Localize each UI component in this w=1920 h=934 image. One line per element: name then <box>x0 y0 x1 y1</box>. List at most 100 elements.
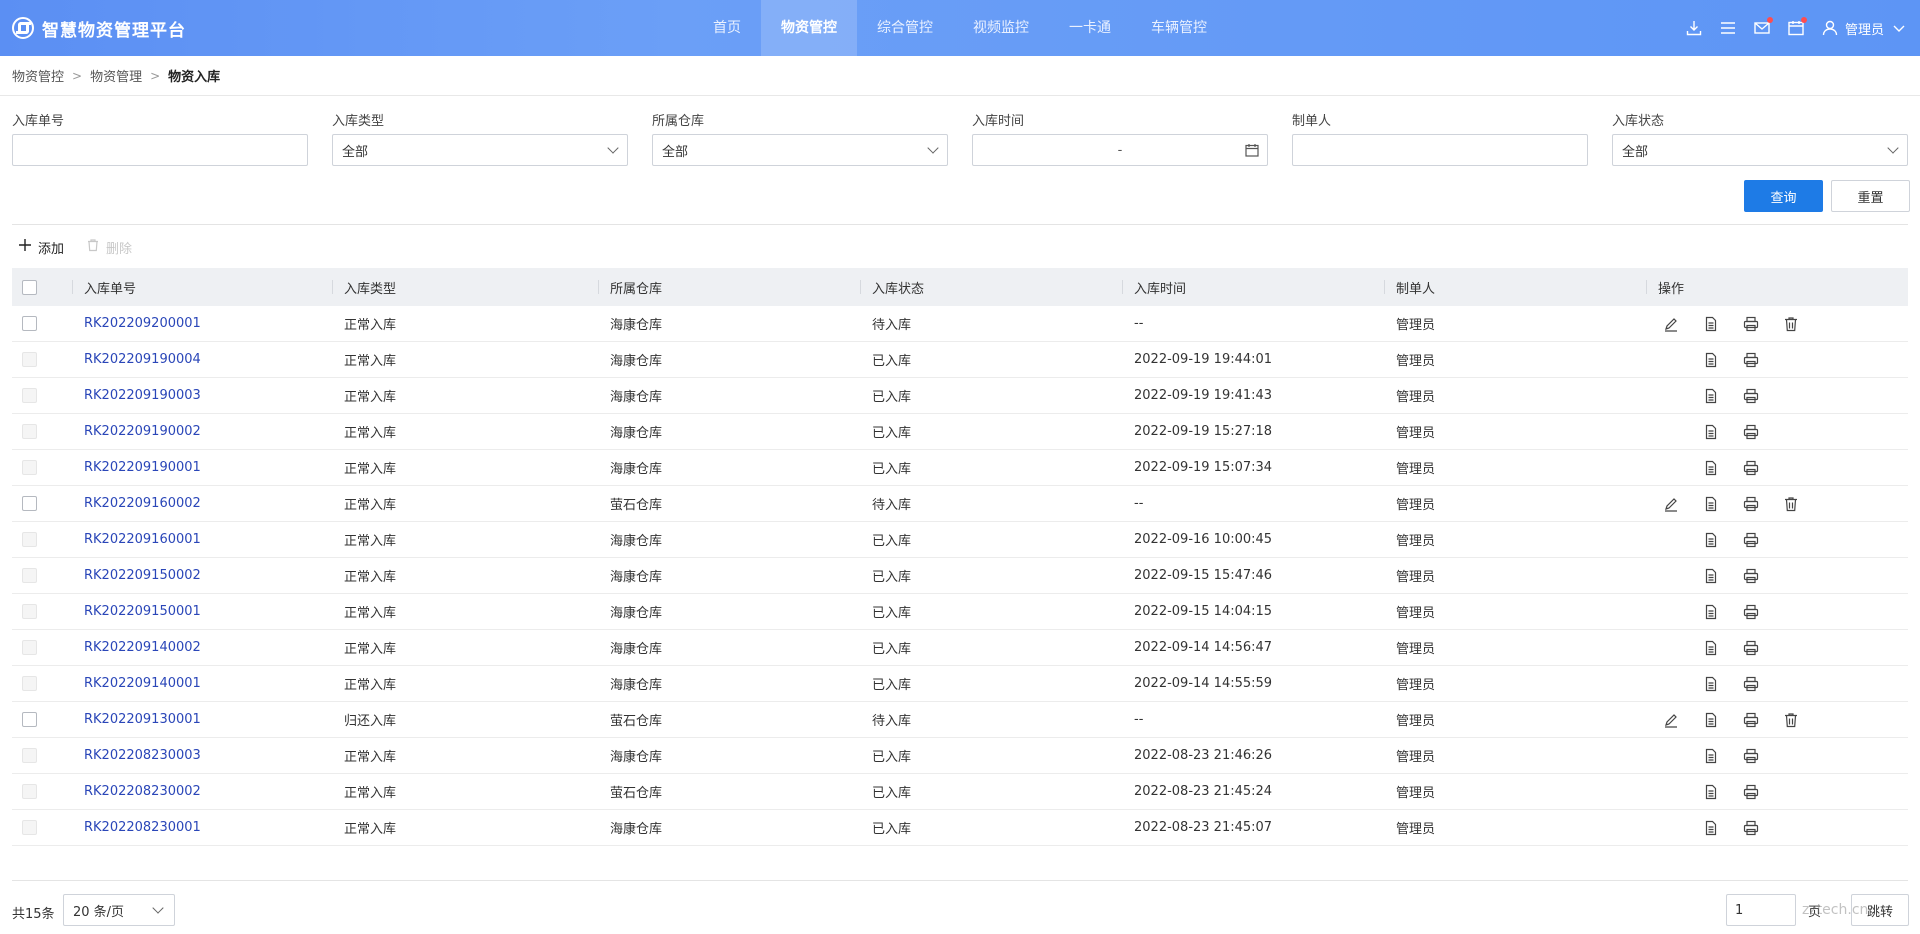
type-select[interactable]: 全部 <box>332 134 628 166</box>
print-icon[interactable] <box>1742 603 1760 621</box>
detail-icon[interactable] <box>1702 531 1720 549</box>
order-no-link[interactable]: RK202209190004 <box>84 342 201 377</box>
order-no-link[interactable]: RK202208230002 <box>84 774 201 809</box>
filter-warehouse: 所属仓库 全部 <box>652 110 948 166</box>
row-checkbox <box>22 810 37 845</box>
row-checkbox[interactable] <box>22 702 37 737</box>
detail-icon[interactable] <box>1702 747 1720 765</box>
download-icon[interactable] <box>1685 19 1703 37</box>
filter-label: 入库状态 <box>1612 114 1665 129</box>
print-icon[interactable] <box>1742 459 1760 477</box>
print-icon[interactable] <box>1742 351 1760 369</box>
cell-warehouse: 海康仓库 <box>610 354 663 369</box>
order-no-link[interactable]: RK202208230003 <box>84 738 201 773</box>
date-range-picker[interactable]: - <box>972 134 1268 166</box>
detail-icon[interactable] <box>1702 819 1720 837</box>
detail-icon[interactable] <box>1702 315 1720 333</box>
order-no-link[interactable]: RK202208230001 <box>84 810 201 845</box>
order-no-link[interactable]: RK202209140001 <box>84 666 201 701</box>
cell-time: 2022-09-14 14:56:47 <box>1134 640 1273 655</box>
header-type: 入库类型 <box>331 268 396 306</box>
row-checkbox <box>22 414 37 449</box>
cell-warehouse: 海康仓库 <box>610 822 663 837</box>
print-icon[interactable] <box>1742 531 1760 549</box>
detail-icon[interactable] <box>1702 783 1720 801</box>
edit-icon[interactable] <box>1662 495 1680 513</box>
row-checkbox[interactable] <box>22 486 37 521</box>
detail-icon[interactable] <box>1702 423 1720 441</box>
select-all-checkbox[interactable] <box>22 268 37 306</box>
cell-warehouse: 海康仓库 <box>610 606 663 621</box>
list-icon[interactable] <box>1719 19 1737 37</box>
cell-creator: 管理员 <box>1396 354 1436 369</box>
print-icon[interactable] <box>1742 675 1760 693</box>
calendar-alert-icon[interactable] <box>1787 17 1807 37</box>
print-icon[interactable] <box>1742 495 1760 513</box>
cell-time: 2022-09-14 14:55:59 <box>1134 676 1273 691</box>
delete-button[interactable]: 删除 <box>86 238 132 257</box>
order-no-link[interactable]: RK202209130001 <box>84 702 201 737</box>
nav-item-home[interactable]: 首页 <box>693 0 761 56</box>
detail-icon[interactable] <box>1702 459 1720 477</box>
order-no-link[interactable]: RK202209190003 <box>84 378 201 413</box>
detail-icon[interactable] <box>1702 675 1720 693</box>
filter-label: 入库类型 <box>332 114 385 129</box>
order-no-link[interactable]: RK202209160002 <box>84 486 201 521</box>
page-number-input[interactable]: 1 <box>1726 894 1796 926</box>
print-icon[interactable] <box>1742 315 1760 333</box>
detail-icon[interactable] <box>1702 387 1720 405</box>
breadcrumb-item-material-control[interactable]: 物资管控 <box>12 66 64 85</box>
detail-icon[interactable] <box>1702 603 1720 621</box>
print-icon[interactable] <box>1742 567 1760 585</box>
breadcrumb: 物资管控 > 物资管理 > 物资入库 <box>0 56 1920 96</box>
query-button[interactable]: 查询 <box>1744 180 1823 212</box>
detail-icon[interactable] <box>1702 711 1720 729</box>
order-no-link[interactable]: RK202209150001 <box>84 594 201 629</box>
edit-icon[interactable] <box>1662 711 1680 729</box>
breadcrumb-item-material-management[interactable]: 物资管理 <box>90 66 142 85</box>
nav-item-material-control[interactable]: 物资管控 <box>761 0 857 56</box>
table-body: RK202209200001 正常入库 海康仓库 待入库 -- 管理员 RK2022091… <box>12 306 1908 846</box>
cell-creator: 管理员 <box>1396 714 1436 729</box>
order-no-link[interactable]: RK202209150002 <box>84 558 201 593</box>
order-no-link[interactable]: RK202209200001 <box>84 306 201 341</box>
delete-label: 删除 <box>106 241 133 257</box>
print-icon[interactable] <box>1742 423 1760 441</box>
detail-icon[interactable] <box>1702 495 1720 513</box>
detail-icon[interactable] <box>1702 639 1720 657</box>
jump-button[interactable]: 跳转 <box>1851 894 1909 926</box>
nav-item-vehicle-control[interactable]: 车辆管控 <box>1131 0 1227 56</box>
order-no-input[interactable] <box>12 134 308 166</box>
nav-item-integrated-control[interactable]: 综合管控 <box>857 0 953 56</box>
warehouse-select[interactable]: 全部 <box>652 134 948 166</box>
nav-item-video-monitor[interactable]: 视频监控 <box>953 0 1049 56</box>
mail-icon[interactable] <box>1753 17 1773 37</box>
cell-status: 已入库 <box>872 642 912 657</box>
chevron-down-icon <box>607 142 619 154</box>
detail-icon[interactable] <box>1702 567 1720 585</box>
print-icon[interactable] <box>1742 639 1760 657</box>
row-checkbox[interactable] <box>22 306 37 341</box>
brand[interactable]: 智慧物资管理平台 <box>12 0 186 56</box>
print-icon[interactable] <box>1742 783 1760 801</box>
page-size-select[interactable]: 20 条/页 <box>63 894 175 926</box>
order-no-link[interactable]: RK202209190001 <box>84 450 201 485</box>
delete-row-icon[interactable] <box>1782 711 1800 729</box>
order-no-link[interactable]: RK202209160001 <box>84 522 201 557</box>
delete-row-icon[interactable] <box>1782 315 1800 333</box>
order-no-link[interactable]: RK202209140002 <box>84 630 201 665</box>
reset-button[interactable]: 重置 <box>1831 180 1910 212</box>
print-icon[interactable] <box>1742 819 1760 837</box>
add-button[interactable]: 添加 <box>18 238 64 257</box>
print-icon[interactable] <box>1742 711 1760 729</box>
nav-item-one-card[interactable]: 一卡通 <box>1049 0 1131 56</box>
delete-row-icon[interactable] <box>1782 495 1800 513</box>
edit-icon[interactable] <box>1662 315 1680 333</box>
creator-input[interactable] <box>1292 134 1588 166</box>
print-icon[interactable] <box>1742 747 1760 765</box>
order-no-link[interactable]: RK202209190002 <box>84 414 201 449</box>
detail-icon[interactable] <box>1702 351 1720 369</box>
print-icon[interactable] <box>1742 387 1760 405</box>
user-menu[interactable]: 管理员 <box>1821 19 1908 38</box>
status-select[interactable]: 全部 <box>1612 134 1908 166</box>
